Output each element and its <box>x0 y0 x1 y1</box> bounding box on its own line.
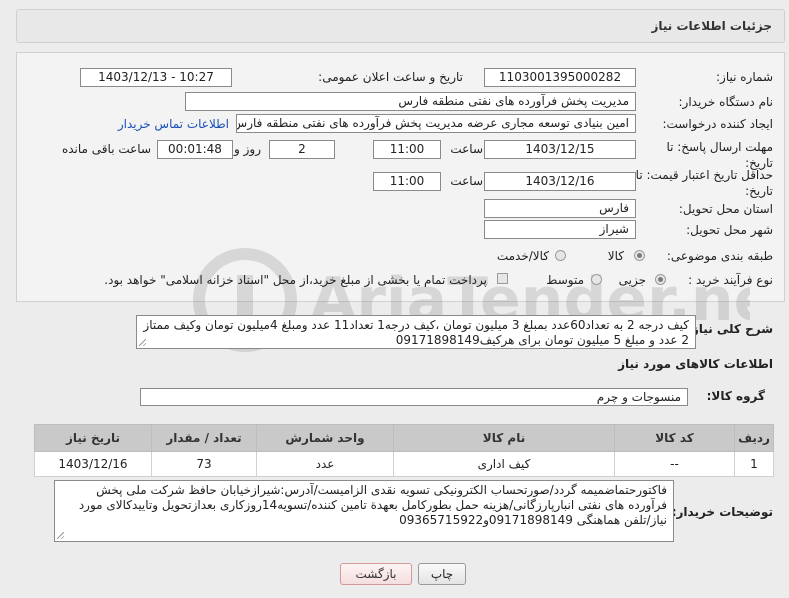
col-code: کد کالا <box>614 424 735 452</box>
validity-date-field: 1403/12/16 <box>484 172 636 191</box>
category-goods-radio[interactable] <box>634 250 645 261</box>
category-goods-label: کالا <box>607 249 624 263</box>
description-label: شرح کلی نیاز: <box>687 322 773 336</box>
process-minor-radio[interactable] <box>655 274 666 285</box>
buyer-org-label: نام دستگاه خریدار: <box>678 95 774 109</box>
buyer-notes-label: توضیحات خریدار: <box>671 505 773 519</box>
resize-handle-icon[interactable] <box>57 532 64 539</box>
cell-code: -- <box>614 451 735 477</box>
cell-row: 1 <box>734 451 774 477</box>
treasury-payment-checkbox[interactable] <box>497 273 508 284</box>
page-header: جزئیات اطلاعات نیاز <box>16 9 785 43</box>
cell-date: 1403/12/16 <box>34 451 152 477</box>
city-field: شیراز <box>484 220 636 239</box>
col-date: تاریخ نیاز <box>34 424 152 452</box>
deadline-date-field: 1403/12/15 <box>484 140 636 159</box>
goods-table: ردیف کد کالا نام کالا واحد شمارش تعداد /… <box>34 424 774 477</box>
description-text: کیف درجه 2 به تعداد60عدد بمبلغ 3 میلیون … <box>143 318 689 347</box>
col-row: ردیف <box>734 424 774 452</box>
page-title: جزئیات اطلاعات نیاز <box>651 19 772 33</box>
print-button[interactable]: چاپ <box>418 563 466 585</box>
category-goods-service-radio[interactable] <box>555 250 566 261</box>
creator-field: امین بنیادی توسعه مجاری عرضه مدیریت پخش … <box>236 114 636 133</box>
category-label: طبقه بندی موضوعی: <box>666 249 773 263</box>
col-name: نام کالا <box>393 424 615 452</box>
buyer-org-field: مدیریت پخش فرآورده های نفتی منطقه فارس <box>185 92 636 111</box>
table-row: 1 -- کیف اداری عدد 73 1403/12/16 <box>34 451 774 477</box>
col-unit: واحد شمارش <box>256 424 394 452</box>
col-qty: تعداد / مقدار <box>151 424 257 452</box>
process-medium-radio[interactable] <box>591 274 602 285</box>
validity-label: حداقل تاریخ اعتبار قیمت: تا تاریخ: <box>635 168 773 198</box>
remaining-time-field: 00:01:48 <box>157 140 233 159</box>
days-label: روز و <box>234 142 261 156</box>
announce-label: تاریخ و ساعت اعلان عمومی: <box>318 70 463 84</box>
goods-group-field: منسوجات و چرم <box>140 388 688 406</box>
province-label: استان محل تحویل: <box>678 202 773 216</box>
category-goods-service-label: کالا/خدمت <box>496 249 549 263</box>
deadline-time-label: ساعت <box>450 142 483 156</box>
validity-time-label: ساعت <box>450 174 483 188</box>
need-number-label: شماره نیاز: <box>716 70 773 84</box>
process-minor-label: جزیی <box>618 273 646 287</box>
process-label: نوع فرآیند خرید : <box>688 273 773 287</box>
remaining-time-label: ساعت باقی مانده <box>61 142 151 156</box>
contact-info-link[interactable]: اطلاعات تماس خریدار <box>118 117 229 131</box>
deadline-time-field: 11:00 <box>373 140 441 159</box>
back-button[interactable]: بازگشت <box>340 563 412 585</box>
need-number-field: 1103001395000282 <box>484 68 636 87</box>
announce-field: 1403/12/13 - 10:27 <box>80 68 232 87</box>
province-field: فارس <box>484 199 636 218</box>
days-field: 2 <box>269 140 335 159</box>
cell-name: کیف اداری <box>393 451 615 477</box>
validity-time-field: 11:00 <box>373 172 441 191</box>
creator-label: ایجاد کننده درخواست: <box>662 117 773 131</box>
goods-section-title: اطلاعات کالاهای مورد نیاز <box>618 357 773 371</box>
treasury-payment-note: پرداخت تمام یا بخشی از مبلغ خرید،از محل … <box>104 273 487 287</box>
buyer-notes-text: فاکتورحتماضمیمه گردد/صورتحساب الکترونیکی… <box>78 483 667 527</box>
buyer-notes-textarea: فاکتورحتماضمیمه گردد/صورتحساب الکترونیکی… <box>54 480 674 542</box>
cell-qty: 73 <box>151 451 257 477</box>
description-textarea: کیف درجه 2 به تعداد60عدد بمبلغ 3 میلیون … <box>136 315 696 349</box>
goods-group-label: گروه کالا: <box>706 389 765 403</box>
process-medium-label: متوسط <box>546 273 584 287</box>
resize-handle-icon[interactable] <box>139 339 146 346</box>
cell-unit: عدد <box>256 451 394 477</box>
city-label: شهر محل تحویل: <box>686 223 773 237</box>
